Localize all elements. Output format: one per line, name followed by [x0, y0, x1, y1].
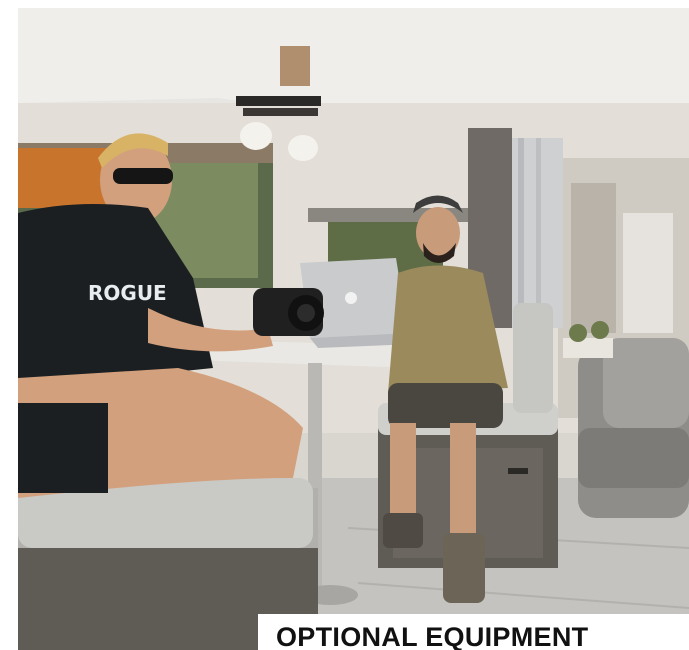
- caption-title: OPTIONAL EQUIPMENT: [276, 622, 589, 650]
- boot: [443, 533, 485, 603]
- page: ROGUE OPTIONAL EQUIPMENT: [0, 0, 689, 650]
- plant: [569, 324, 587, 342]
- apple-logo-icon: [345, 292, 357, 304]
- rv-interior-photo: ROGUE: [18, 8, 689, 650]
- ceiling-light: [236, 96, 321, 106]
- shorts: [388, 383, 503, 428]
- shirt-logo: ROGUE: [88, 281, 167, 305]
- caption-box: OPTIONAL EQUIPMENT: [258, 614, 689, 650]
- sunglasses: [113, 168, 173, 184]
- photo-illustration: ROGUE: [18, 8, 689, 650]
